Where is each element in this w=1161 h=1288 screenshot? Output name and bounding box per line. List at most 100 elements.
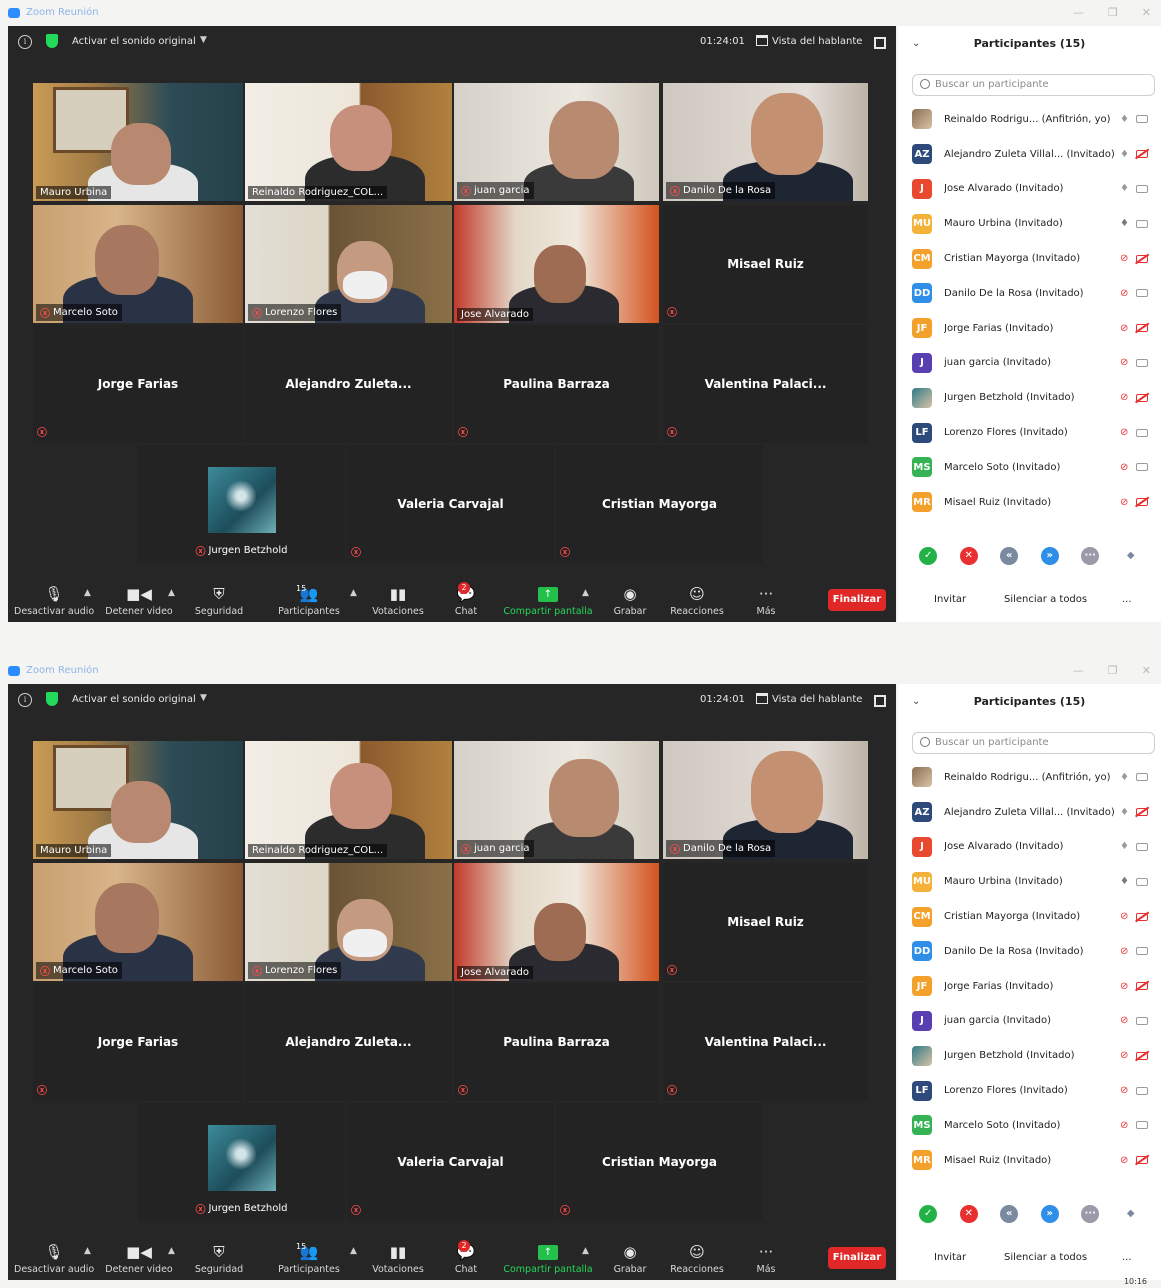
camera-off-icon[interactable] xyxy=(1136,393,1148,402)
participant-row[interactable]: DD Danilo De la Rosa (Invitado) ⊘ xyxy=(898,276,1161,311)
view-grid-icon[interactable] xyxy=(756,35,768,46)
chevron-up-icon[interactable]: ▲ xyxy=(84,588,91,598)
participant-row[interactable]: JF Jorge Farias (Invitado) ⊘ xyxy=(898,311,1161,346)
muted-mic-icon[interactable]: ⊘ xyxy=(1120,392,1128,403)
speaker-view-button[interactable]: Vista del hablante xyxy=(772,694,862,705)
polls-button[interactable]: ▮▮ Votaciones xyxy=(366,1242,430,1275)
chevron-up-icon[interactable]: ▲ xyxy=(350,1246,357,1256)
microphone-icon[interactable]: ♦ xyxy=(1120,807,1129,818)
video-tile-danilo[interactable]: ⓧ Danilo De la Rosa xyxy=(663,741,868,859)
participants-button[interactable]: 👥 15 Participantes xyxy=(274,1242,344,1275)
muted-mic-icon[interactable]: ⊘ xyxy=(1120,357,1128,368)
participant-row[interactable]: MR Misael Ruiz (Invitado) ⊘ xyxy=(898,485,1161,520)
video-tile-marcelo[interactable]: ⓧ Marcelo Soto xyxy=(33,205,243,323)
share-screen-button[interactable]: ↑ Compartir pantalla xyxy=(502,1242,594,1275)
video-tile-jose[interactable]: Jose Alvarado xyxy=(454,205,659,323)
close-button[interactable]: ✕ xyxy=(1142,6,1151,19)
camera-icon[interactable] xyxy=(1136,463,1148,472)
camera-icon[interactable] xyxy=(1136,428,1148,437)
video-tile-reinaldo[interactable]: Reinaldo Rodriguez_COL... xyxy=(245,741,452,859)
tile-alejandro[interactable]: Alejandro Zuleta... xyxy=(245,983,452,1101)
muted-mic-icon[interactable]: ⊘ xyxy=(1120,462,1128,473)
tile-cristian[interactable]: Cristian Mayorga ⓧ xyxy=(556,1103,763,1221)
stop-video-button[interactable]: ■◀ Detener video xyxy=(104,1242,174,1275)
tile-paulina[interactable]: Paulina Barraza ⓧ xyxy=(454,325,659,443)
info-icon[interactable]: i xyxy=(18,693,32,707)
participant-row[interactable]: Jjuan garcia (Invitado) ⊘ xyxy=(898,346,1161,381)
camera-icon[interactable] xyxy=(1136,358,1148,367)
video-tile-juan[interactable]: ⓧ juan garcia xyxy=(454,741,659,859)
panel-more-button[interactable]: ... xyxy=(1122,1252,1132,1263)
participant-row[interactable]: Reinaldo Rodrigu... (Anfitrión, yo) ♦ xyxy=(898,760,1161,795)
chevron-up-icon[interactable]: ▲ xyxy=(350,588,357,598)
participant-row[interactable]: JF Jorge Farias (Invitado) ⊘ xyxy=(898,969,1161,1004)
participant-row[interactable]: J Jose Alvarado (Invitado) ♦ xyxy=(898,172,1161,207)
stop-video-button[interactable]: ■◀ Detener video xyxy=(104,584,174,617)
muted-mic-icon[interactable]: ⊘ xyxy=(1120,911,1128,922)
camera-icon[interactable] xyxy=(1136,219,1148,228)
tile-paulina[interactable]: Paulina Barraza ⓧ xyxy=(454,983,659,1101)
chevron-up-icon[interactable]: ▲ xyxy=(168,1246,175,1256)
chevron-up-icon[interactable]: ▲ xyxy=(582,588,589,598)
participant-row[interactable]: CM Cristian Mayorga (Invitado) ⊘ xyxy=(898,899,1161,934)
chevron-up-icon[interactable]: ▲ xyxy=(168,588,175,598)
invite-button[interactable]: Invitar xyxy=(934,594,966,605)
diamond-icon[interactable]: ◆ xyxy=(1122,1205,1140,1223)
camera-icon[interactable] xyxy=(1136,184,1148,193)
more-button[interactable]: ··· Más xyxy=(748,1242,784,1275)
camera-icon[interactable] xyxy=(1136,289,1148,298)
muted-mic-icon[interactable]: ⊘ xyxy=(1120,1050,1128,1061)
camera-off-icon[interactable] xyxy=(1136,1156,1148,1165)
no-x-icon[interactable]: ✕ xyxy=(959,547,978,565)
muted-mic-icon[interactable]: ⊘ xyxy=(1120,1015,1128,1026)
camera-icon[interactable] xyxy=(1136,877,1148,886)
camera-off-icon[interactable] xyxy=(1136,324,1148,333)
muted-mic-icon[interactable]: ⊘ xyxy=(1120,946,1128,957)
chevron-up-icon[interactable]: ▲ xyxy=(582,1246,589,1256)
microphone-icon[interactable]: ♦ xyxy=(1120,149,1129,160)
go-slower-icon[interactable]: « xyxy=(1000,1205,1019,1223)
mute-audio-button[interactable]: 🎙 Desactivar audio xyxy=(14,584,94,617)
participant-row[interactable]: Jurgen Betzhold (Invitado) ⊘ xyxy=(898,380,1161,415)
video-tile-lorenzo[interactable]: ⓧ Lorenzo Flores xyxy=(245,863,452,981)
tile-jurgen[interactable]: ⓧ Jurgen Betzhold xyxy=(138,445,345,563)
muted-mic-icon[interactable]: ⊘ xyxy=(1120,1155,1128,1166)
tile-misael[interactable]: Misael Ruiz ⓧ xyxy=(663,205,868,323)
diamond-icon[interactable]: ◆ xyxy=(1122,547,1140,565)
tile-misael[interactable]: Misael Ruiz ⓧ xyxy=(663,863,868,981)
muted-mic-icon[interactable]: ⊘ xyxy=(1120,427,1128,438)
chat-button[interactable]: 💬 2 Chat xyxy=(444,582,488,617)
view-grid-icon[interactable] xyxy=(756,693,768,704)
go-slower-icon[interactable]: « xyxy=(1000,547,1019,565)
end-meeting-button[interactable]: Finalizar xyxy=(828,1247,886,1269)
record-button[interactable]: ◉ Grabar xyxy=(608,1242,652,1275)
camera-off-icon[interactable] xyxy=(1136,912,1148,921)
tile-alejandro[interactable]: Alejandro Zuleta... xyxy=(245,325,452,443)
reactions-button[interactable]: ☺ Reacciones xyxy=(666,1242,728,1275)
polls-button[interactable]: ▮▮ Votaciones xyxy=(366,584,430,617)
camera-icon[interactable] xyxy=(1136,947,1148,956)
more-reactions-icon[interactable]: ··· xyxy=(1081,547,1100,565)
participant-row[interactable]: CM Cristian Mayorga (Invitado) ⊘ xyxy=(898,241,1161,276)
video-tile-mauro[interactable]: Mauro Urbina xyxy=(33,741,243,859)
participant-row[interactable]: MS Marcelo Soto (Invitado) ⊘ xyxy=(898,1108,1161,1143)
mute-all-button[interactable]: Silenciar a todos xyxy=(1004,594,1087,605)
panel-more-button[interactable]: ... xyxy=(1122,594,1132,605)
participant-search-input[interactable]: Buscar un participante xyxy=(912,74,1155,96)
microphone-icon[interactable]: ♦ xyxy=(1120,183,1129,194)
fullscreen-icon[interactable] xyxy=(874,695,886,707)
video-tile-lorenzo[interactable]: ⓧ Lorenzo Flores xyxy=(245,205,452,323)
camera-off-icon[interactable] xyxy=(1136,1051,1148,1060)
microphone-icon[interactable]: ♦ xyxy=(1120,841,1129,852)
camera-off-icon[interactable] xyxy=(1136,808,1148,817)
video-tile-mauro[interactable]: Mauro Urbina xyxy=(33,83,243,201)
participant-search-input[interactable]: Buscar un participante xyxy=(912,732,1155,754)
mute-audio-button[interactable]: 🎙 Desactivar audio xyxy=(14,1242,94,1275)
camera-off-icon[interactable] xyxy=(1136,254,1148,263)
participant-row[interactable]: J Jose Alvarado (Invitado) ♦ xyxy=(898,830,1161,865)
close-button[interactable]: ✕ xyxy=(1142,664,1151,677)
tile-valeria[interactable]: Valeria Carvajal ⓧ xyxy=(347,445,554,563)
video-tile-danilo[interactable]: ⓧ Danilo De la Rosa xyxy=(663,83,868,201)
participants-button[interactable]: 👥 15 Participantes xyxy=(274,584,344,617)
share-screen-button[interactable]: ↑ Compartir pantalla xyxy=(502,584,594,617)
